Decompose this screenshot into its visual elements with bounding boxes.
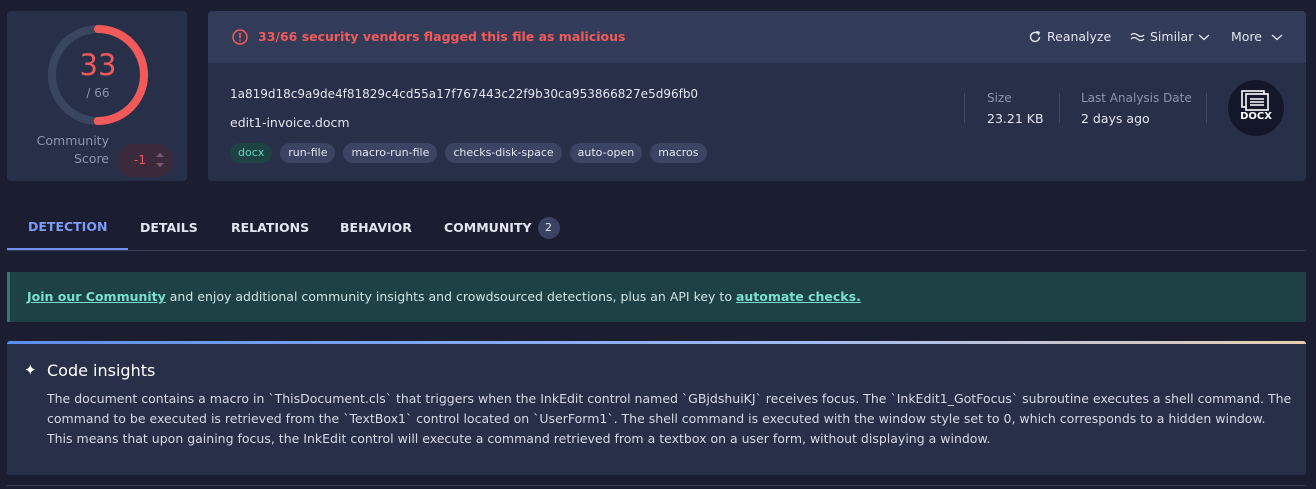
- tag-docx[interactable]: docx: [230, 143, 273, 163]
- banner-middle-text: and enjoy additional community insights …: [165, 289, 736, 304]
- chevron-down-icon: [1198, 34, 1210, 40]
- tag-checks-disk-space[interactable]: checks-disk-space: [445, 143, 562, 163]
- total-engines: / 66: [86, 86, 110, 100]
- insights-title: Code insights: [47, 361, 156, 380]
- community-count-badge: 2: [537, 216, 560, 239]
- size-label: Size: [987, 91, 1012, 105]
- positives-count: 33: [79, 48, 117, 82]
- detection-score-card: 33 / 66 Community Score -1: [7, 11, 187, 181]
- tab-bar: DETECTION DETAILS RELATIONS BEHAVIOR COM…: [7, 205, 1306, 251]
- size-value: 23.21 KB: [987, 111, 1044, 126]
- sparkle-icon: ✦: [24, 361, 37, 379]
- community-score-box: -1: [117, 144, 173, 177]
- join-community-link[interactable]: Join our Community: [27, 289, 166, 304]
- more-button[interactable]: More: [1231, 29, 1283, 44]
- insights-body: The document contains a macro in `ThisDo…: [47, 391, 1292, 446]
- malicious-alert-bar: 33/66 security vendors flagged this file…: [208, 11, 1306, 63]
- file-type-label: DOCX: [1240, 111, 1272, 122]
- file-name: edit1-invoice.docm: [230, 115, 350, 130]
- tag-macro-run-file[interactable]: macro-run-file: [343, 143, 438, 163]
- tab-relations[interactable]: RELATIONS: [231, 205, 309, 250]
- file-type-badge: DOCX: [1228, 80, 1284, 136]
- file-tags: docx run-file macro-run-file checks-disk…: [230, 143, 707, 163]
- alert-circle-icon: [232, 29, 248, 45]
- alert-text: 33/66 security vendors flagged this file…: [258, 29, 626, 44]
- similar-button[interactable]: Similar: [1130, 29, 1210, 44]
- vote-arrows-icon[interactable]: [155, 149, 165, 171]
- insights-gradient-bar: [7, 341, 1306, 344]
- last-analysis-date-label: Last Analysis Date: [1081, 91, 1192, 105]
- divider: [964, 93, 965, 123]
- tab-details[interactable]: DETAILS: [140, 205, 198, 250]
- tag-auto-open[interactable]: auto-open: [569, 143, 643, 163]
- chevron-down-icon: [1271, 34, 1283, 40]
- reanalyze-label: Reanalyze: [1047, 29, 1112, 44]
- refresh-icon: [1029, 30, 1041, 42]
- reanalyze-button[interactable]: Reanalyze: [1028, 29, 1111, 44]
- code-insights-card: ✦ Code insights The document contains a …: [7, 341, 1306, 475]
- divider: [7, 485, 1306, 486]
- community-banner: Join our Community and enjoy additional …: [7, 272, 1306, 322]
- banner-text: Join our Community and enjoy additional …: [27, 289, 861, 304]
- divider: [1206, 93, 1207, 123]
- tab-community[interactable]: COMMUNITY 2: [444, 205, 560, 250]
- tag-run-file[interactable]: run-file: [280, 143, 336, 163]
- file-summary-card: 33/66 security vendors flagged this file…: [208, 11, 1306, 181]
- divider: [1059, 93, 1060, 123]
- community-score-value: -1: [134, 153, 146, 167]
- tag-macros[interactable]: macros: [650, 143, 707, 163]
- last-analysis-date-value: 2 days ago: [1081, 111, 1150, 126]
- document-icon: [1241, 90, 1269, 111]
- similar-icon: [1130, 32, 1145, 41]
- community-score-label: Community Score: [36, 133, 109, 166]
- tab-detection[interactable]: DETECTION: [7, 205, 129, 250]
- tab-behavior[interactable]: BEHAVIOR: [340, 205, 412, 250]
- more-label: More: [1231, 29, 1262, 44]
- tab-community-label: COMMUNITY: [444, 220, 532, 235]
- similar-label: Similar: [1150, 29, 1194, 44]
- file-hash[interactable]: 1a819d18c9a9de4f81829c4cd55a17f767443c22…: [230, 87, 698, 101]
- automate-checks-link[interactable]: automate checks.: [736, 289, 861, 304]
